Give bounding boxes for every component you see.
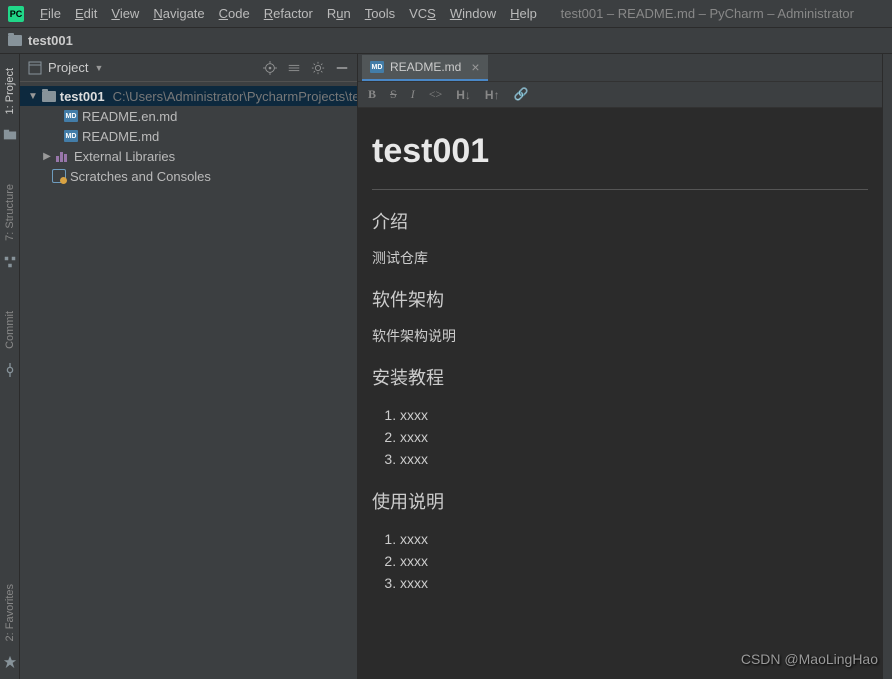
heading-down-button[interactable]: H↓: [456, 88, 471, 102]
tree-root-name: test001: [60, 89, 105, 104]
tab-commit[interactable]: Commit: [4, 305, 16, 355]
menu-vcs[interactable]: VCS: [403, 4, 442, 23]
locate-icon[interactable]: [263, 61, 277, 75]
menu-view[interactable]: View: [105, 4, 145, 23]
preview-list: xxxx xxxx xxxx: [400, 404, 868, 470]
tab-structure[interactable]: 7: Structure: [4, 178, 16, 247]
menu-navigate[interactable]: Navigate: [147, 4, 210, 23]
markdown-toolbar: B S I <> H↓ H↑ 🔗: [358, 82, 882, 108]
gear-icon[interactable]: [311, 61, 325, 75]
tree-file-label: README.md: [82, 129, 159, 144]
tree-scratches[interactable]: Scratches and Consoles: [20, 166, 357, 186]
preview-list: xxxx xxxx xxxx: [400, 528, 868, 594]
menu-refactor[interactable]: Refactor: [258, 4, 319, 23]
menubar: PC File Edit View Navigate Code Refactor…: [0, 0, 892, 28]
preview-heading: 使用说明: [372, 488, 868, 514]
scratches-icon: [52, 169, 66, 183]
minimize-icon[interactable]: [335, 61, 349, 75]
expand-arrow-icon[interactable]: ▶: [42, 151, 52, 162]
tab-project[interactable]: 1: Project: [4, 62, 16, 120]
window-title: test001 – README.md – PyCharm – Administ…: [561, 6, 884, 21]
panel-title[interactable]: Project: [48, 60, 88, 75]
left-tool-strip: 1: Project 7: Structure Commit 2: Favori…: [0, 54, 20, 679]
tree-file-label: README.en.md: [82, 109, 177, 124]
tree-root-path: C:\Users\Administrator\PycharmProjects\t…: [113, 89, 357, 104]
preview-heading: 介绍: [372, 208, 868, 234]
menu-window[interactable]: Window: [444, 4, 502, 23]
menu-run[interactable]: Run: [321, 4, 357, 23]
editor-tabs: MD README.md ×: [358, 54, 882, 82]
tree-external-libs[interactable]: ▶ External Libraries: [20, 146, 357, 166]
editor-tab[interactable]: MD README.md ×: [362, 55, 488, 81]
heading-up-button[interactable]: H↑: [485, 88, 500, 102]
collapse-icon[interactable]: [287, 61, 301, 75]
tree-file[interactable]: MD README.en.md: [20, 106, 357, 126]
markdown-icon: MD: [64, 110, 78, 122]
close-icon[interactable]: ×: [471, 59, 479, 75]
bold-button[interactable]: B: [368, 87, 376, 102]
list-item: xxxx: [400, 404, 868, 426]
link-button[interactable]: 🔗: [514, 87, 529, 102]
menu-edit[interactable]: Edit: [69, 4, 103, 23]
preview-heading: 安装教程: [372, 364, 868, 390]
markdown-icon: MD: [370, 61, 384, 73]
menu-help[interactable]: Help: [504, 4, 543, 23]
folder-icon: [8, 35, 22, 46]
italic-button[interactable]: I: [411, 87, 415, 102]
menu-file[interactable]: File: [34, 4, 67, 23]
preview-text: 软件架构说明: [372, 326, 868, 346]
menu-tools[interactable]: Tools: [359, 4, 401, 23]
tab-favorites[interactable]: 2: Favorites: [4, 578, 16, 647]
library-icon: [56, 150, 70, 162]
tab-label: README.md: [390, 60, 461, 74]
right-gutter: [882, 54, 892, 679]
folder-icon[interactable]: [3, 128, 17, 142]
preview-h1: test001: [372, 132, 868, 171]
preview-text: 测试仓库: [372, 248, 868, 268]
list-item: xxxx: [400, 572, 868, 594]
preview-heading: 软件架构: [372, 286, 868, 312]
project-panel: Project ▼ ▼ test001 C:\Users\Administrat…: [20, 54, 358, 679]
tree-root[interactable]: ▼ test001 C:\Users\Administrator\Pycharm…: [20, 86, 357, 106]
list-item: xxxx: [400, 528, 868, 550]
chevron-down-icon[interactable]: ▼: [94, 63, 103, 73]
pycharm-icon: PC: [8, 6, 24, 22]
list-item: xxxx: [400, 550, 868, 572]
editor-area: MD README.md × B S I <> H↓ H↑ 🔗 test001 …: [358, 54, 882, 679]
star-icon[interactable]: [3, 655, 17, 669]
breadcrumb-text[interactable]: test001: [28, 33, 73, 48]
watermark: CSDN @MaoLingHao: [741, 651, 878, 667]
tree-item-label: Scratches and Consoles: [70, 169, 211, 184]
divider: [372, 189, 868, 190]
menu-code[interactable]: Code: [213, 4, 256, 23]
tree-item-label: External Libraries: [74, 149, 175, 164]
tree-file[interactable]: MD README.md: [20, 126, 357, 146]
breadcrumb: test001: [0, 28, 892, 54]
structure-icon[interactable]: [3, 255, 17, 269]
folder-icon: [42, 91, 56, 102]
markdown-preview[interactable]: test001 介绍 测试仓库 软件架构 软件架构说明 安装教程 xxxx xx…: [358, 108, 882, 679]
list-item: xxxx: [400, 426, 868, 448]
expand-arrow-icon[interactable]: ▼: [28, 91, 38, 102]
markdown-icon: MD: [64, 130, 78, 142]
commit-icon[interactable]: [3, 363, 17, 377]
strike-button[interactable]: S: [390, 87, 397, 102]
code-button[interactable]: <>: [429, 87, 443, 102]
list-item: xxxx: [400, 448, 868, 470]
window-icon: [28, 61, 42, 75]
project-panel-header: Project ▼: [20, 54, 357, 82]
project-tree: ▼ test001 C:\Users\Administrator\Pycharm…: [20, 82, 357, 190]
